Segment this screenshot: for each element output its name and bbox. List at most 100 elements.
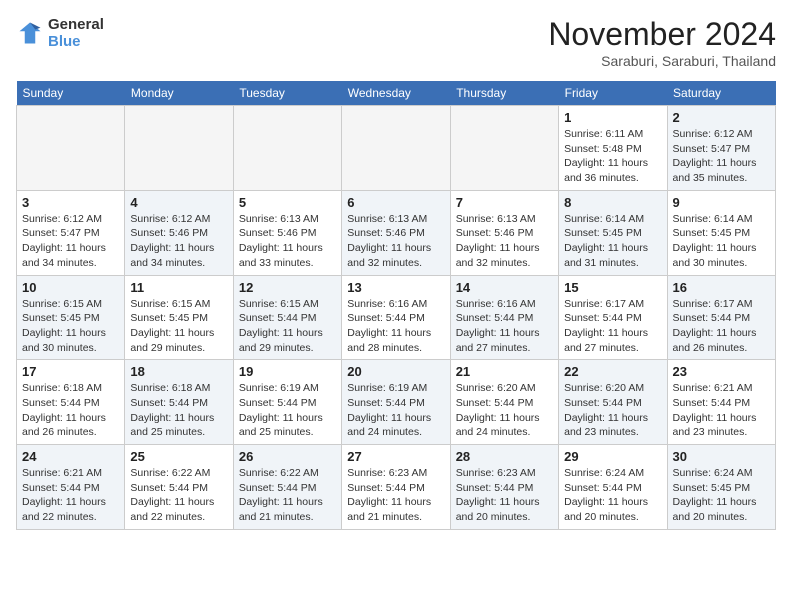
calendar-cell: 8 Sunrise: 6:14 AM Sunset: 5:45 PM Daylig… bbox=[559, 190, 667, 275]
day-info: Sunrise: 6:20 AM Sunset: 5:44 PM Dayligh… bbox=[564, 381, 661, 440]
day-info: Sunrise: 6:15 AM Sunset: 5:45 PM Dayligh… bbox=[130, 297, 227, 356]
title-area: November 2024 Saraburi, Saraburi, Thaila… bbox=[548, 16, 776, 69]
day-info: Sunrise: 6:23 AM Sunset: 5:44 PM Dayligh… bbox=[456, 466, 553, 525]
day-info: Sunrise: 6:16 AM Sunset: 5:44 PM Dayligh… bbox=[347, 297, 444, 356]
day-info: Sunrise: 6:13 AM Sunset: 5:46 PM Dayligh… bbox=[239, 212, 336, 271]
logo-icon bbox=[16, 19, 44, 47]
calendar-cell: 19Sunrise: 6:19 AM Sunset: 5:44 PM Dayli… bbox=[233, 360, 341, 445]
day-number: 30 bbox=[673, 449, 770, 464]
calendar-cell: 15 Sunrise: 6:17 AM Sunset: 5:44 PM Dayli… bbox=[559, 275, 667, 360]
day-info: Sunrise: 6:21 AM Sunset: 5:44 PM Dayligh… bbox=[673, 381, 770, 440]
day-info: Sunrise: 6:17 AM Sunset: 5:44 PM Dayligh… bbox=[564, 297, 661, 356]
day-info: Sunrise: 6:12 AM Sunset: 5:47 PM Dayligh… bbox=[22, 212, 119, 271]
calendar-cell: 13 Sunrise: 6:16 AM Sunset: 5:44 PM Dayli… bbox=[342, 275, 450, 360]
day-number: 1 bbox=[564, 110, 661, 125]
calendar-week-row: 1 Sunrise: 6:11 AM Sunset: 5:48 PM Daylig… bbox=[17, 106, 776, 191]
calendar-cell: 11 Sunrise: 6:15 AM Sunset: 5:45 PM Dayli… bbox=[125, 275, 233, 360]
column-header-wednesday: Wednesday bbox=[342, 81, 450, 106]
day-info: Sunrise: 6:19 AM Sunset: 5:44 PM Dayligh… bbox=[239, 381, 336, 440]
day-info: Sunrise: 6:15 AM Sunset: 5:45 PM Dayligh… bbox=[22, 297, 119, 356]
day-info: Sunrise: 6:16 AM Sunset: 5:44 PM Dayligh… bbox=[456, 297, 553, 356]
day-info: Sunrise: 6:14 AM Sunset: 5:45 PM Dayligh… bbox=[564, 212, 661, 271]
calendar-cell bbox=[233, 106, 341, 191]
day-number: 26 bbox=[239, 449, 336, 464]
calendar-cell: 21Sunrise: 6:20 AM Sunset: 5:44 PM Dayli… bbox=[450, 360, 558, 445]
calendar-cell: 27 Sunrise: 6:23 AM Sunset: 5:44 PM Dayli… bbox=[342, 445, 450, 530]
day-number: 14 bbox=[456, 280, 553, 295]
day-number: 27 bbox=[347, 449, 444, 464]
day-number: 5 bbox=[239, 195, 336, 210]
calendar-cell: 17Sunrise: 6:18 AM Sunset: 5:44 PM Dayli… bbox=[17, 360, 125, 445]
day-info: Sunrise: 6:13 AM Sunset: 5:46 PM Dayligh… bbox=[347, 212, 444, 271]
day-number: 13 bbox=[347, 280, 444, 295]
calendar-cell: 14 Sunrise: 6:16 AM Sunset: 5:44 PM Dayli… bbox=[450, 275, 558, 360]
day-number: 20 bbox=[347, 364, 444, 379]
day-info: Sunrise: 6:17 AM Sunset: 5:44 PM Dayligh… bbox=[673, 297, 770, 356]
calendar-cell: 7Sunrise: 6:13 AM Sunset: 5:46 PM Daylig… bbox=[450, 190, 558, 275]
day-number: 17 bbox=[22, 364, 119, 379]
column-header-friday: Friday bbox=[559, 81, 667, 106]
day-number: 3 bbox=[22, 195, 119, 210]
day-number: 29 bbox=[564, 449, 661, 464]
day-info: Sunrise: 6:21 AM Sunset: 5:44 PM Dayligh… bbox=[22, 466, 119, 525]
calendar-cell bbox=[17, 106, 125, 191]
calendar-week-row: 17 Sunrise: 6:18 AM Sunset: 5:44 PM Dayli… bbox=[17, 360, 776, 445]
day-info: Sunrise: 6:23 AM Sunset: 5:44 PM Dayligh… bbox=[347, 466, 444, 525]
day-info: Sunrise: 6:15 AM Sunset: 5:44 PM Dayligh… bbox=[239, 297, 336, 356]
calendar-cell bbox=[450, 106, 558, 191]
day-info: Sunrise: 6:12 AM Sunset: 5:46 PM Dayligh… bbox=[130, 212, 227, 271]
column-header-saturday: Saturday bbox=[667, 81, 775, 106]
day-info: Sunrise: 6:13 AM Sunset: 5:46 PM Dayligh… bbox=[456, 212, 553, 271]
day-number: 10 bbox=[22, 280, 119, 295]
calendar-cell: 16Sunrise: 6:17 AM Sunset: 5:44 PM Dayli… bbox=[667, 275, 775, 360]
calendar-cell: 5 Sunrise: 6:13 AM Sunset: 5:46 PM Daylig… bbox=[233, 190, 341, 275]
calendar-table: SundayMondayTuesdayWednesdayThursdayFrid… bbox=[16, 81, 776, 530]
day-info: Sunrise: 6:20 AM Sunset: 5:44 PM Dayligh… bbox=[456, 381, 553, 440]
day-info: Sunrise: 6:18 AM Sunset: 5:44 PM Dayligh… bbox=[130, 381, 227, 440]
day-number: 12 bbox=[239, 280, 336, 295]
day-number: 28 bbox=[456, 449, 553, 464]
calendar-cell: 10 Sunrise: 6:15 AM Sunset: 5:45 PM Dayli… bbox=[17, 275, 125, 360]
calendar-cell bbox=[125, 106, 233, 191]
month-title: November 2024 bbox=[548, 16, 776, 53]
column-header-monday: Monday bbox=[125, 81, 233, 106]
day-number: 6 bbox=[347, 195, 444, 210]
calendar-week-row: 3 Sunrise: 6:12 AM Sunset: 5:47 PM Daylig… bbox=[17, 190, 776, 275]
page-header: General Blue November 2024 Saraburi, Sar… bbox=[16, 16, 776, 69]
calendar-cell: 6 Sunrise: 6:13 AM Sunset: 5:46 PM Daylig… bbox=[342, 190, 450, 275]
day-info: Sunrise: 6:19 AM Sunset: 5:44 PM Dayligh… bbox=[347, 381, 444, 440]
calendar-cell bbox=[342, 106, 450, 191]
day-number: 8 bbox=[564, 195, 661, 210]
calendar-cell: 29 Sunrise: 6:24 AM Sunset: 5:44 PM Dayli… bbox=[559, 445, 667, 530]
calendar-cell: 26 Sunrise: 6:22 AM Sunset: 5:44 PM Dayli… bbox=[233, 445, 341, 530]
calendar-week-row: 10 Sunrise: 6:15 AM Sunset: 5:45 PM Dayli… bbox=[17, 275, 776, 360]
calendar-cell: 20 Sunrise: 6:19 AM Sunset: 5:44 PM Dayli… bbox=[342, 360, 450, 445]
day-number: 4 bbox=[130, 195, 227, 210]
calendar-cell: 4 Sunrise: 6:12 AM Sunset: 5:46 PM Daylig… bbox=[125, 190, 233, 275]
calendar-cell: 3 Sunrise: 6:12 AM Sunset: 5:47 PM Daylig… bbox=[17, 190, 125, 275]
calendar-cell: 25 Sunrise: 6:22 AM Sunset: 5:44 PM Dayli… bbox=[125, 445, 233, 530]
day-info: Sunrise: 6:11 AM Sunset: 5:48 PM Dayligh… bbox=[564, 127, 661, 186]
column-header-thursday: Thursday bbox=[450, 81, 558, 106]
day-number: 23 bbox=[673, 364, 770, 379]
day-number: 2 bbox=[673, 110, 770, 125]
day-number: 15 bbox=[564, 280, 661, 295]
location-subtitle: Saraburi, Saraburi, Thailand bbox=[548, 53, 776, 69]
calendar-week-row: 24Sunrise: 6:21 AM Sunset: 5:44 PM Dayli… bbox=[17, 445, 776, 530]
day-info: Sunrise: 6:22 AM Sunset: 5:44 PM Dayligh… bbox=[130, 466, 227, 525]
calendar-cell: 1 Sunrise: 6:11 AM Sunset: 5:48 PM Daylig… bbox=[559, 106, 667, 191]
day-number: 9 bbox=[673, 195, 770, 210]
calendar-cell: 18Sunrise: 6:18 AM Sunset: 5:44 PM Dayli… bbox=[125, 360, 233, 445]
day-number: 25 bbox=[130, 449, 227, 464]
day-info: Sunrise: 6:22 AM Sunset: 5:44 PM Dayligh… bbox=[239, 466, 336, 525]
logo-text: General Blue bbox=[48, 16, 104, 50]
day-number: 11 bbox=[130, 280, 227, 295]
calendar-cell: 30Sunrise: 6:24 AM Sunset: 5:45 PM Dayli… bbox=[667, 445, 775, 530]
calendar-cell: 9Sunrise: 6:14 AM Sunset: 5:45 PM Daylig… bbox=[667, 190, 775, 275]
calendar-cell: 24Sunrise: 6:21 AM Sunset: 5:44 PM Dayli… bbox=[17, 445, 125, 530]
calendar-cell: 22Sunrise: 6:20 AM Sunset: 5:44 PM Dayli… bbox=[559, 360, 667, 445]
day-info: Sunrise: 6:24 AM Sunset: 5:44 PM Dayligh… bbox=[564, 466, 661, 525]
logo: General Blue bbox=[16, 16, 104, 50]
calendar-cell: 2Sunrise: 6:12 AM Sunset: 5:47 PM Daylig… bbox=[667, 106, 775, 191]
calendar-cell: 23 Sunrise: 6:21 AM Sunset: 5:44 PM Dayli… bbox=[667, 360, 775, 445]
